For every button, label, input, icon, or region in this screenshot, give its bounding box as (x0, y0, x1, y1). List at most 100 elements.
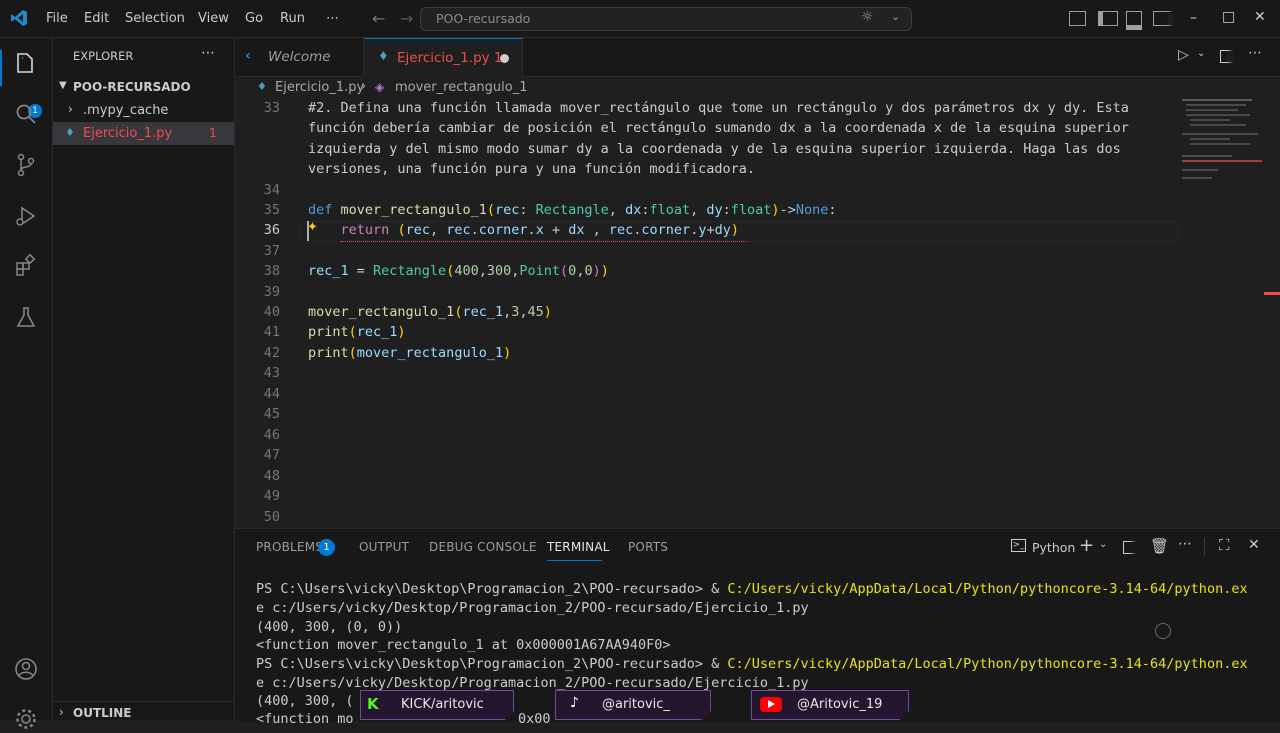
menu-go[interactable]: Go (245, 11, 263, 26)
copilot-icon[interactable]: ☼ (861, 9, 874, 25)
testing-flask-icon[interactable] (12, 303, 40, 331)
command-center-search[interactable]: POO-recursado ☼ ⌄ (420, 7, 912, 31)
terminal-line: (400, 300, ( (256, 693, 354, 709)
unsaved-dot-icon[interactable] (500, 54, 509, 63)
line-number: 39 (263, 284, 280, 300)
explorer-title: EXPLORER (73, 49, 134, 63)
folder-root[interactable]: POO-RECURSADO (73, 80, 191, 94)
mouse-cursor-indicator (1155, 623, 1171, 639)
maximize-panel-icon[interactable]: ⛶ (1219, 536, 1230, 554)
run-file-icon[interactable]: ▷ (1178, 47, 1189, 63)
menu-run[interactable]: Run (280, 11, 305, 26)
code-comment-line-1: #2. Defina una función llamada mover_rec… (308, 100, 1129, 116)
menu-more[interactable]: ⋯ (326, 11, 339, 26)
terminal-line: PS C:\Users\vicky\Desktop\Programacion_2… (256, 581, 1248, 597)
new-terminal-icon[interactable]: + (1079, 535, 1094, 556)
menu-selection[interactable]: Selection (125, 11, 185, 26)
outline-section[interactable]: OUTLINE (73, 706, 131, 720)
vscode-small-icon: ‹ (245, 48, 251, 64)
breadcrumb-file[interactable]: Ejercicio_1.py (275, 80, 364, 95)
code-comment-line-3: izquierda y del mismo modo sumar dy a la… (308, 141, 1121, 157)
run-debug-icon[interactable] (12, 202, 40, 230)
tab-ports[interactable]: PORTS (628, 540, 668, 554)
split-terminal-icon[interactable] (1123, 541, 1136, 554)
chevron-down-icon[interactable]: ⌄ (891, 10, 900, 23)
trash-icon[interactable]: 🗑 (1150, 537, 1169, 555)
back-arrow-icon[interactable]: ← (372, 9, 385, 28)
line-number: 50 (263, 509, 280, 525)
terminal-line: <function mover_rectangulo_1 at 0x000001… (256, 637, 671, 653)
terminal-line: (400, 300, (0, 0)) (256, 619, 403, 635)
divider (1204, 538, 1205, 556)
menu-file[interactable]: File (46, 11, 68, 26)
terminal-line: <function mo (256, 711, 354, 727)
menu-edit[interactable]: Edit (84, 11, 109, 26)
minimize-icon[interactable]: – (1190, 10, 1197, 26)
python-file-icon: ♦ (65, 126, 75, 139)
code-line-40: mover_rectangulo_1(rec_1,3,45) (308, 304, 552, 320)
more-actions-icon[interactable]: ⋯ (1248, 45, 1262, 61)
chevron-right-icon[interactable]: › (59, 705, 64, 719)
layout-customize-icon[interactable] (1069, 11, 1086, 26)
python-file-icon: ♦ (378, 49, 389, 63)
youtube-social-badge: @Aritovic_19 (751, 690, 909, 720)
close-panel-icon[interactable]: ✕ (1248, 537, 1260, 553)
terminal-line: PS C:\Users\vicky\Desktop\Programacion_2… (256, 656, 1248, 672)
menu-view[interactable]: View (198, 11, 229, 26)
line-number: 41 (263, 324, 280, 340)
tree-item-mypy-cache[interactable]: › .mypy_cache (53, 99, 234, 122)
tree-item-label: .mypy_cache (83, 103, 169, 118)
terminal-icon: >_ (1011, 539, 1026, 552)
settings-gear-icon[interactable] (12, 705, 40, 733)
breadcrumb: ♦ Ejercicio_1.py › ◈ mover_rectangulo_1 (235, 77, 1280, 99)
kick-handle: KICK/aritovic (401, 697, 484, 712)
breadcrumb-symbol[interactable]: mover_rectangulo_1 (395, 80, 528, 95)
active-indicator (0, 50, 2, 86)
toggle-sidebar-icon[interactable] (1098, 11, 1118, 26)
toggle-panel-icon[interactable] (1126, 11, 1142, 30)
tab-ejercicio[interactable]: ♦ Ejercicio_1.py 1 (364, 38, 523, 77)
toggle-secondary-sidebar-icon[interactable] (1153, 11, 1173, 26)
tab-welcome[interactable]: ‹ Welcome (235, 38, 364, 76)
activity-bar: 1 (0, 38, 53, 729)
line-number: 47 (263, 447, 280, 463)
split-editor-icon[interactable] (1220, 50, 1233, 63)
forward-arrow-icon[interactable]: → (400, 9, 413, 28)
breadcrumb-separator: › (361, 79, 367, 94)
tab-terminal[interactable]: TERMINAL (547, 540, 610, 554)
problems-badge: 1 (318, 539, 335, 556)
search-text: POO-recursado (436, 11, 531, 26)
source-control-icon[interactable] (12, 151, 40, 179)
maximize-icon[interactable]: □ (1222, 9, 1235, 25)
line-number: 43 (263, 365, 280, 381)
terminal-line: e c:/Users/vicky/Desktop/Programacion_2/… (256, 675, 809, 691)
chevron-down-icon[interactable]: ▼ (59, 80, 67, 91)
chevron-down-icon[interactable]: ⌄ (1099, 539, 1107, 550)
line-number: 45 (263, 406, 280, 422)
active-tab-indicator (547, 560, 602, 561)
line-number: 34 (263, 182, 280, 198)
close-window-icon[interactable]: ✕ (1254, 9, 1266, 25)
minimap[interactable] (1182, 97, 1268, 207)
tab-output[interactable]: OUTPUT (359, 540, 409, 554)
tree-item-label: Ejercicio_1.py (83, 126, 173, 141)
line-number: 49 (263, 488, 280, 504)
search-icon[interactable] (12, 100, 40, 128)
tab-label: Welcome (268, 49, 331, 65)
explorer-more-icon[interactable]: ⋯ (201, 45, 215, 61)
account-icon[interactable] (12, 655, 40, 683)
tab-problems[interactable]: PROBLEMS (256, 540, 323, 554)
line-number: 40 (263, 304, 280, 320)
explorer-files-icon[interactable] (12, 50, 40, 78)
chevron-down-icon[interactable]: ⌄ (1197, 48, 1205, 59)
function-symbol-icon: ◈ (375, 80, 385, 94)
more-actions-icon[interactable]: ⋯ (1178, 536, 1192, 552)
error-count: 1 (209, 126, 217, 140)
scrollbar-error-marker (1264, 292, 1280, 295)
python-file-icon: ♦ (257, 80, 267, 93)
extensions-icon[interactable] (12, 252, 40, 280)
tab-debug-console[interactable]: DEBUG CONSOLE (429, 540, 537, 554)
tree-item-ejercicio[interactable]: ♦ Ejercicio_1.py 1 (53, 122, 234, 145)
terminal-shell-name[interactable]: Python (1032, 540, 1075, 555)
kick-logo-icon: K (367, 695, 379, 713)
